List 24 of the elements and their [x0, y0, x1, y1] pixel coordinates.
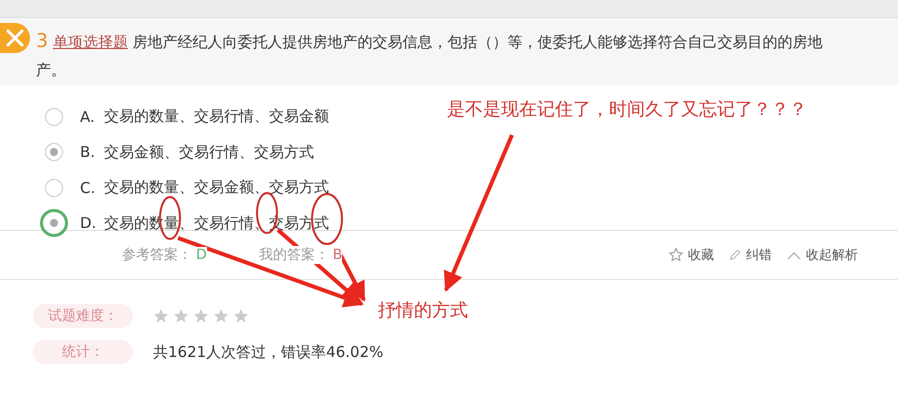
statistics-text: 共1621人次答过，错误率46.02% [153, 342, 384, 362]
option-letter: A. [80, 108, 96, 126]
radio-button[interactable] [45, 108, 63, 126]
difficulty-label: 试题难度： [33, 304, 133, 328]
question-type-link[interactable]: 单项选择题 [52, 33, 128, 51]
option-text: 交易金额、交易行情、交易方式 [104, 142, 314, 162]
my-answer: B [332, 247, 342, 263]
option-letter: B. [80, 143, 96, 162]
option-text: 交易的数量、交易行情、交易金额 [104, 107, 329, 126]
annotation-text: 抒情的方式 [378, 299, 468, 322]
star-icon[interactable] [668, 247, 684, 263]
option-letter: D. [80, 214, 98, 232]
action-link[interactable]: 收藏 [688, 246, 714, 264]
radio-button[interactable] [45, 178, 63, 197]
radio-button[interactable] [45, 143, 63, 162]
action-link[interactable]: 收起解析 [806, 246, 858, 264]
caret-up-icon[interactable] [786, 250, 802, 260]
question-text: 3 单项选择题 房地产经纪人向委托人提供房地产的交易信息，包括（）等，使委托人能够选择符合自己交易目的的房地产。 [36, 29, 824, 81]
option-letter: C. [80, 178, 96, 197]
option-text: 交易的数量、交易金额、交易方式 [104, 178, 329, 198]
statistics-label: 统计： [33, 340, 133, 364]
action-link[interactable]: 纠错 [746, 246, 772, 264]
annotation-text: 是不是现在记住了，时间久了又忘记了？？？ [447, 98, 807, 121]
pencil-icon[interactable] [728, 248, 742, 262]
